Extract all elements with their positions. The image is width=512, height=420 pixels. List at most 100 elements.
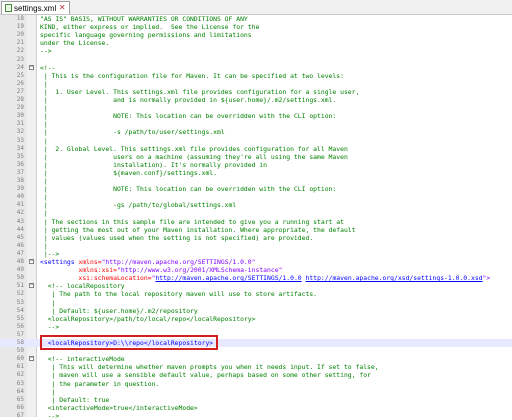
code-text: | This is the configuration file for Mav… <box>40 71 344 80</box>
code-line[interactable]: 25 | This is the configuration file for … <box>0 72 512 80</box>
code-text: under the License. <box>40 39 110 48</box>
code-line[interactable]: 48− <settings xmlns="http://maven.apache.… <box>0 258 512 266</box>
code-line[interactable]: 26 | <box>0 80 512 88</box>
code-line[interactable]: 64 | <box>0 388 512 396</box>
xml-tag: <settings <box>40 258 79 266</box>
line-number: 58 <box>16 339 24 346</box>
code-line[interactable]: 65 | Default: true <box>0 396 512 404</box>
schema-link: http://maven.apache.org/SETTINGS/1.0.0 <box>155 274 302 283</box>
code-line[interactable]: 45 | values (values used when the settin… <box>0 234 512 242</box>
code-line[interactable]: 20 specific language governing permission… <box>0 31 512 39</box>
code-line[interactable]: 44 | getting the most out of your Maven … <box>0 226 512 234</box>
code-line[interactable]: 39 | NOTE: This location can be overridd… <box>0 185 512 193</box>
close-icon[interactable]: ✕ <box>58 4 66 12</box>
line-number: 47 <box>16 249 24 257</box>
line-number: 40 <box>16 193 24 201</box>
code-line[interactable]: 52 | The path to the local repository ma… <box>0 290 512 298</box>
code-text: | the parameter in question. <box>40 379 160 388</box>
highlight-box <box>40 335 218 350</box>
code-line[interactable]: 36 | installation). It's normally provid… <box>0 161 512 169</box>
code-line[interactable]: 21 under the License. <box>0 39 512 47</box>
code-line[interactable]: 40 | <box>0 193 512 201</box>
code-text: --> <box>40 47 52 56</box>
code-line[interactable]: 42 | <box>0 209 512 217</box>
code-text: | getting the most out of your Maven ins… <box>40 225 356 234</box>
code-line[interactable]: 35 | users on a machine (assuming they'r… <box>0 153 512 161</box>
line-number: 37 <box>16 168 24 176</box>
line-number: 24 <box>16 63 24 71</box>
code-line[interactable]: 66 <interactiveMode>true</interactiveMod… <box>0 404 512 412</box>
line-number: 55 <box>16 314 24 322</box>
code-line[interactable]: 54 | Default: ${user.home}/.m2/repositor… <box>0 307 512 315</box>
code-text: | This will determine whether maven prom… <box>40 363 379 372</box>
line-number: 45 <box>16 233 24 241</box>
line-number: 35 <box>16 152 24 160</box>
code-text: | installation). It's normally provided … <box>40 160 268 169</box>
code-line[interactable]: 29 | <box>0 104 512 112</box>
code-line[interactable]: 27 | 1. User Level. This settings.xml fi… <box>0 88 512 96</box>
code-line[interactable]: 30 | NOTE: This location can be overridd… <box>0 112 512 120</box>
code-line[interactable]: 63 | the parameter in question. <box>0 380 512 388</box>
code-line[interactable]: 41 | -gs /path/to/global/settings.xml <box>0 201 512 209</box>
code-line[interactable]: 24− <!-- <box>0 64 512 72</box>
code-line[interactable]: 23 <box>0 56 512 64</box>
code-text: | users on a machine (assuming they're a… <box>40 152 348 161</box>
code-line[interactable]: 37 | ${maven.conf}/settings.xml. <box>0 169 512 177</box>
code-line[interactable]: 31 | <box>0 120 512 128</box>
line-number: 33 <box>16 136 24 144</box>
code-line[interactable]: 32 | -s /path/to/user/settings.xml <box>0 128 512 136</box>
code-line[interactable]: 34 | 2. Global Level. This settings.xml … <box>0 145 512 153</box>
code-line[interactable]: 62 | maven will use a sensible default v… <box>0 371 512 379</box>
code-line[interactable]: 50 xsi:schemaLocation="http://maven.apac… <box>0 274 512 282</box>
code-line[interactable]: 49 xmlns:xsi="http://www.w3.org/2001/XML… <box>0 266 512 274</box>
code-line[interactable]: 61 | This will determine whether maven p… <box>0 363 512 371</box>
tab-settings-xml[interactable]: settings.xml ✕ <box>1 1 71 14</box>
code-text: | <box>40 177 48 185</box>
code-text: | The sections in this sample file are i… <box>40 217 344 226</box>
xml-attribute: xsi:schemaLocation= <box>78 274 152 283</box>
code-text: <settings xmlns="http://maven.apache.org… <box>40 258 255 266</box>
code-text: | -s /path/to/user/settings.xml <box>40 128 225 137</box>
code-text: <interactiveMode>true</interactiveMode> <box>40 403 198 412</box>
code-line[interactable]: 53 | <box>0 299 512 307</box>
code-line[interactable]: 43 | The sections in this sample file ar… <box>0 218 512 226</box>
code-line[interactable]: 67 --> <box>0 412 512 420</box>
line-number: 30 <box>16 112 24 120</box>
line-number: 41 <box>16 201 24 209</box>
code-line[interactable]: 56 --> <box>0 323 512 331</box>
line-number: 20 <box>16 31 24 39</box>
fold-toggle-icon[interactable]: − <box>29 259 34 264</box>
code-line[interactable]: 28 | and is normally provided in ${user.… <box>0 96 512 104</box>
code-line[interactable]: 18 "AS IS" BASIS, WITHOUT WARRANTIES OR C… <box>0 15 512 23</box>
fold-toggle-icon[interactable]: − <box>29 283 34 289</box>
xml-attribute-value: "> <box>482 274 491 283</box>
line-number: 22 <box>16 47 24 55</box>
line-number: 56 <box>16 322 24 330</box>
code-editor[interactable]: 18 "AS IS" BASIS, WITHOUT WARRANTIES OR C… <box>0 15 512 420</box>
xml-file-icon <box>5 4 12 12</box>
fold-toggle-icon[interactable]: − <box>29 64 34 70</box>
code-line[interactable]: 55 <localRepository>/path/to/local/repo<… <box>0 315 512 323</box>
code-text: | NOTE: This location can be overridden … <box>40 112 337 121</box>
code-line[interactable]: 60− <!-- interactiveMode <box>0 355 512 363</box>
code-text: xsi:schemaLocation="http://maven.apache.… <box>40 274 490 282</box>
code-line[interactable]: 33 | <box>0 137 512 145</box>
line-number: 62 <box>16 371 24 379</box>
code-line[interactable]: 51− <!-- localRepository <box>0 282 512 290</box>
code-line[interactable]: 47 |--> <box>0 250 512 258</box>
fold-toggle-icon[interactable]: − <box>29 356 34 362</box>
code-line[interactable]: 46 | <box>0 242 512 250</box>
line-number: 60 <box>16 355 24 363</box>
code-line[interactable]: 38 | <box>0 177 512 185</box>
line-number: 61 <box>16 363 24 371</box>
line-number: 39 <box>16 185 24 193</box>
xml-attribute: xmlns:xsi= <box>78 266 117 275</box>
line-number: 18 <box>16 15 24 22</box>
code-line[interactable]: 19 KIND, either express or implied. See t… <box>0 23 512 31</box>
line-number: 64 <box>16 387 24 395</box>
schema-link: http://maven.apache.org/xsd/settings-1.0… <box>305 274 483 283</box>
line-number: 23 <box>16 55 24 63</box>
code-text: <!-- localRepository <box>40 282 125 291</box>
code-line[interactable]: 22 --> <box>0 47 512 55</box>
line-number: 42 <box>16 209 24 217</box>
